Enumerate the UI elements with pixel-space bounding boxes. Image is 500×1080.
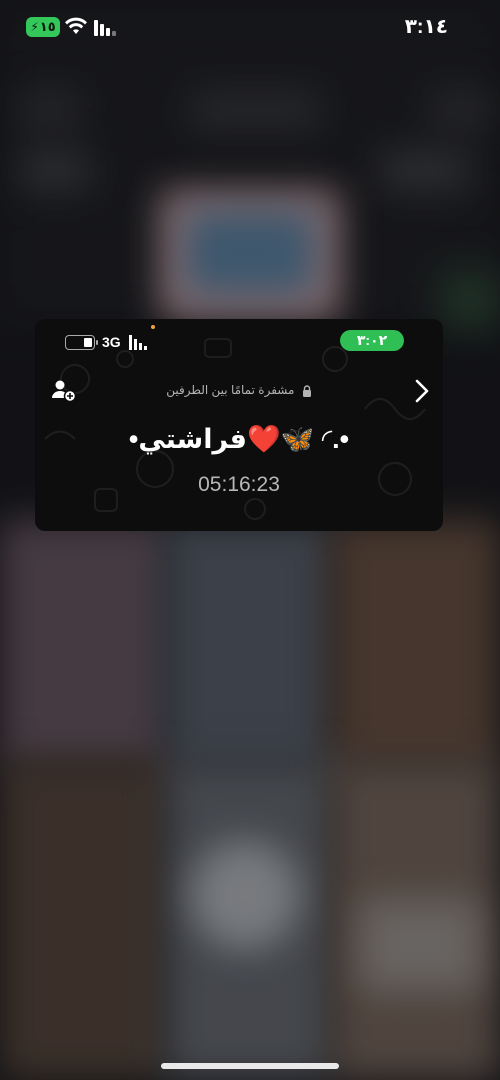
contact-name: •فراشتي❤️🦋 ◜.• [128, 424, 350, 454]
call-card[interactable]: 3G ٣:٠٢ مشفرة تمامًا بين الطرفين •فراشتي… [35, 319, 443, 531]
background-dim [0, 0, 500, 1080]
battery-level: ١٥ [39, 19, 56, 34]
call-duration: 05:16:23 [198, 473, 280, 496]
network-type: 3G [102, 334, 121, 350]
mini-battery-icon [65, 335, 98, 350]
encryption-text: مشفرة تمامًا بين الطرفين [166, 383, 295, 397]
status-time: ٣:١٤ [404, 16, 448, 38]
chevron-right-icon[interactable] [412, 377, 432, 405]
mini-signal-icon [129, 335, 147, 350]
wifi-icon [65, 17, 87, 34]
battery-indicator: ⚡ ١٥ [26, 17, 60, 37]
cellular-signal-icon [94, 20, 116, 36]
privacy-indicator-dot [151, 325, 155, 329]
call-time-pill[interactable]: ٣:٠٢ [340, 330, 404, 351]
lock-icon [302, 385, 311, 397]
charging-icon: ⚡ [30, 20, 39, 34]
status-bar: ⚡ ١٥ ٣:١٤ [0, 0, 500, 56]
home-indicator[interactable] [161, 1063, 339, 1069]
encryption-notice: مشفرة تمامًا بين الطرفين [35, 383, 443, 397]
